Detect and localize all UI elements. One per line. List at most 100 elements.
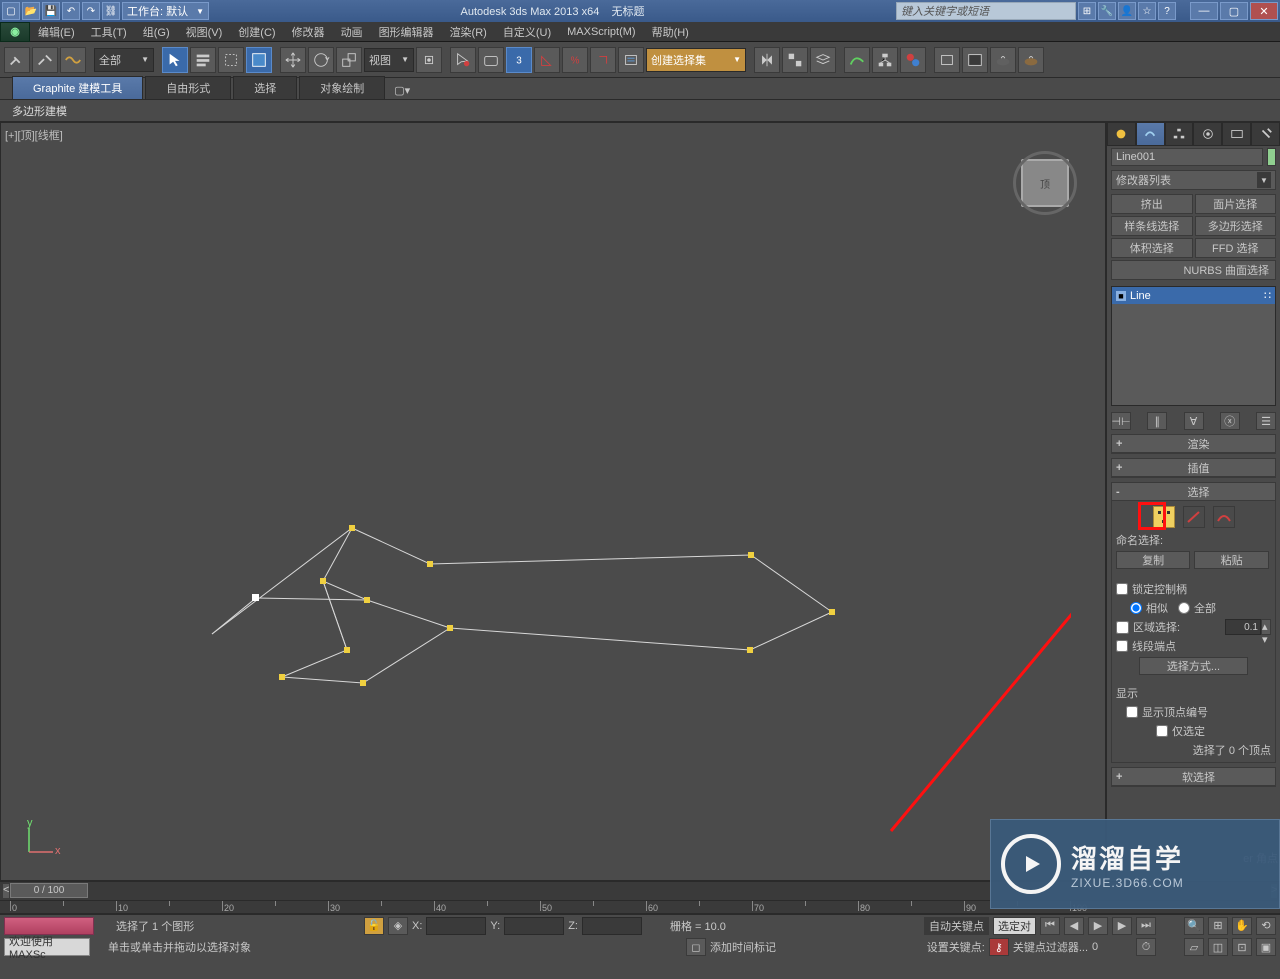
- spinner-snap-icon[interactable]: [590, 47, 616, 73]
- percent-snap-icon[interactable]: %: [562, 47, 588, 73]
- modifier-stack[interactable]: ■Line∷: [1111, 286, 1276, 406]
- move-icon[interactable]: [280, 47, 306, 73]
- pan-icon[interactable]: ✋: [1232, 917, 1252, 935]
- minimize-button[interactable]: —: [1190, 2, 1218, 20]
- ref-coord-dropdown[interactable]: 视图▼: [364, 48, 414, 72]
- max-viewport-icon[interactable]: ⊡: [1232, 938, 1252, 956]
- object-name-field[interactable]: [1111, 148, 1263, 166]
- menu-edit[interactable]: 编辑(E): [30, 22, 83, 42]
- mod-btn-patchsel[interactable]: 面片选择: [1195, 194, 1277, 214]
- snap-toggle-icon[interactable]: 3: [506, 47, 532, 73]
- goto-start-icon[interactable]: ⏮: [1040, 917, 1060, 935]
- window-crossing-icon[interactable]: [246, 47, 272, 73]
- close-button[interactable]: ✕: [1250, 2, 1278, 20]
- angle-snap-icon[interactable]: [534, 47, 560, 73]
- zoom-ext-icon[interactable]: ◫: [1208, 938, 1228, 956]
- paste-button[interactable]: 粘贴: [1194, 551, 1268, 569]
- unlink-icon[interactable]: [32, 47, 58, 73]
- all-radio[interactable]: [1178, 602, 1190, 614]
- ribbon-tab-graphite[interactable]: Graphite 建模工具: [12, 76, 143, 99]
- zoom-all-icon[interactable]: ⊞: [1208, 917, 1228, 935]
- menu-customize[interactable]: 自定义(U): [495, 22, 559, 42]
- goto-end-icon[interactable]: ⏭: [1136, 917, 1156, 935]
- seg-end-checkbox[interactable]: [1116, 640, 1128, 652]
- selected-button[interactable]: 选定对: [993, 917, 1036, 935]
- curve-editor-icon[interactable]: [844, 47, 870, 73]
- x-field[interactable]: [426, 917, 486, 935]
- menu-group[interactable]: 组(G): [135, 22, 178, 42]
- render-setup-icon[interactable]: [934, 47, 960, 73]
- mod-btn-polysel[interactable]: 多边形选择: [1195, 216, 1277, 236]
- edit-named-sel-icon[interactable]: [618, 47, 644, 73]
- setkey-button[interactable]: 设置关键点:: [927, 939, 985, 955]
- menu-grapheditors[interactable]: 图形编辑器: [371, 22, 442, 42]
- search-icon[interactable]: ⊞: [1078, 2, 1096, 20]
- mod-btn-ffdsel[interactable]: FFD 选择: [1195, 238, 1277, 258]
- current-frame-field[interactable]: 0: [1092, 941, 1132, 953]
- isolate-icon[interactable]: ◻: [686, 938, 706, 956]
- menu-tools[interactable]: 工具(T): [83, 22, 135, 42]
- render-prod-icon[interactable]: [1018, 47, 1044, 73]
- select-by-button[interactable]: 选择方式...: [1139, 657, 1248, 675]
- utilities-panel-tab[interactable]: [1251, 122, 1280, 146]
- app-menu-button[interactable]: ◉: [0, 22, 30, 42]
- open-icon[interactable]: 📂: [22, 2, 40, 20]
- selection-filter-dropdown[interactable]: 全部▼: [94, 48, 154, 72]
- next-frame-icon[interactable]: ▶: [1112, 917, 1132, 935]
- similar-radio[interactable]: [1130, 602, 1142, 614]
- add-time-tag[interactable]: 添加时间标记: [710, 939, 776, 955]
- z-field[interactable]: [582, 917, 642, 935]
- mod-btn-nurbs[interactable]: NURBS 曲面选择: [1111, 260, 1276, 280]
- menu-modifiers[interactable]: 修改器: [284, 22, 333, 42]
- show-vertex-num-checkbox[interactable]: [1126, 706, 1138, 718]
- hierarchy-panel-tab[interactable]: [1165, 122, 1194, 146]
- autokey-button[interactable]: 自动关键点: [924, 917, 989, 935]
- area-value-field[interactable]: [1225, 619, 1261, 635]
- copy-button[interactable]: 复制: [1116, 551, 1190, 569]
- schematic-view-icon[interactable]: [872, 47, 898, 73]
- maxscript-listener[interactable]: 欢迎使用 MAXSc: [4, 938, 90, 956]
- config-sets-icon[interactable]: ☰: [1256, 412, 1276, 430]
- workspace-dropdown[interactable]: 工作台: 默认▼: [122, 2, 209, 20]
- min-viewport-icon[interactable]: ▣: [1256, 938, 1276, 956]
- area-sel-checkbox[interactable]: [1116, 621, 1129, 634]
- ribbon-tab-freeform[interactable]: 自由形式: [145, 76, 231, 99]
- remove-mod-icon[interactable]: ⓧ: [1220, 412, 1240, 430]
- named-sel-dropdown[interactable]: 创建选择集▼: [646, 48, 746, 72]
- subobj-segment-icon[interactable]: [1183, 506, 1205, 528]
- pivot-center-icon[interactable]: [416, 47, 442, 73]
- area-spinner[interactable]: ▴▾: [1261, 619, 1271, 635]
- help-icon[interactable]: ?: [1158, 2, 1176, 20]
- create-panel-tab[interactable]: [1107, 122, 1136, 146]
- menu-create[interactable]: 创建(C): [230, 22, 283, 42]
- only-selected-checkbox[interactable]: [1156, 725, 1168, 737]
- object-color-swatch[interactable]: [1267, 148, 1276, 166]
- keyboard-shortcut-icon[interactable]: [478, 47, 504, 73]
- modify-panel-tab[interactable]: [1136, 122, 1165, 146]
- show-result-icon[interactable]: ∥: [1147, 412, 1167, 430]
- star-icon[interactable]: ☆: [1138, 2, 1156, 20]
- mod-btn-volsel[interactable]: 体积选择: [1111, 238, 1193, 258]
- render-frame-icon[interactable]: [962, 47, 988, 73]
- zoom-icon[interactable]: 🔍: [1184, 917, 1204, 935]
- menu-rendering[interactable]: 渲染(R): [442, 22, 495, 42]
- menu-maxscript[interactable]: MAXScript(M): [559, 22, 643, 42]
- subobj-spline-icon[interactable]: [1213, 506, 1235, 528]
- maximize-button[interactable]: ▢: [1220, 2, 1248, 20]
- rect-region-icon[interactable]: [218, 47, 244, 73]
- layer-manager-icon[interactable]: [810, 47, 836, 73]
- undo-icon[interactable]: ↶: [62, 2, 80, 20]
- mirror-icon[interactable]: [754, 47, 780, 73]
- menu-help[interactable]: 帮助(H): [644, 22, 697, 42]
- orbit-icon[interactable]: ⟲: [1256, 917, 1276, 935]
- select-by-name-icon[interactable]: [190, 47, 216, 73]
- link-icon[interactable]: ⛓: [102, 2, 120, 20]
- display-panel-tab[interactable]: [1222, 122, 1251, 146]
- play-icon[interactable]: ▶: [1088, 917, 1108, 935]
- select-link-icon[interactable]: [4, 47, 30, 73]
- material-editor-icon[interactable]: [900, 47, 926, 73]
- bind-spacewarp-icon[interactable]: [60, 47, 86, 73]
- redo-icon[interactable]: ↷: [82, 2, 100, 20]
- lock-selection-icon[interactable]: 🔓: [364, 917, 384, 935]
- ribbon-tab-selection[interactable]: 选择: [233, 76, 297, 99]
